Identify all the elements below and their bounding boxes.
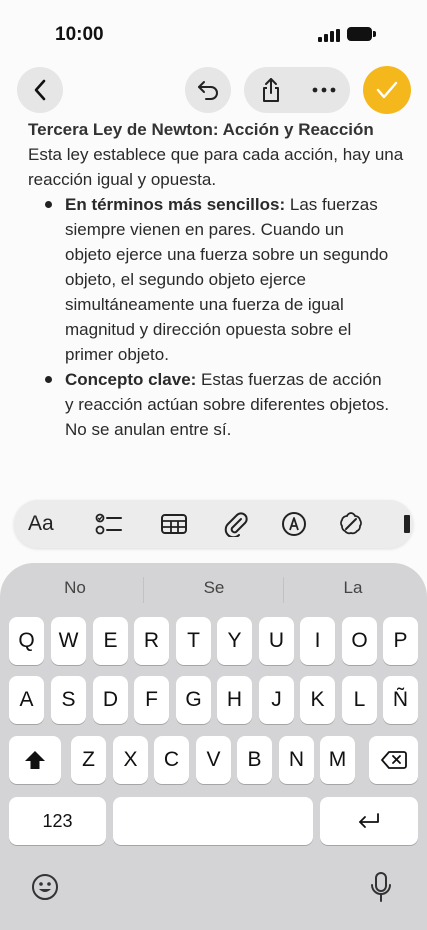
share-button[interactable] (244, 67, 297, 113)
back-button[interactable] (17, 67, 63, 113)
key-c[interactable]: C (154, 736, 189, 784)
done-button[interactable] (363, 66, 411, 114)
markup-button[interactable] (279, 500, 309, 548)
suggestion-2[interactable]: Se (144, 578, 284, 602)
key-g[interactable]: G (176, 676, 211, 724)
key-l[interactable]: L (342, 676, 377, 724)
key-y[interactable]: Y (217, 617, 252, 665)
key-p[interactable]: P (383, 617, 418, 665)
emoji-icon (32, 874, 58, 900)
status-time: 10:00 (55, 24, 104, 45)
return-icon (359, 813, 379, 828)
note-body[interactable]: Tercera Ley de Newton: Acción y Reacción… (28, 117, 408, 442)
key-enye[interactable]: Ñ (383, 676, 418, 724)
key-v[interactable]: V (196, 736, 231, 784)
key-b[interactable]: B (237, 736, 272, 784)
key-u[interactable]: U (259, 617, 294, 665)
key-o[interactable]: O (342, 617, 377, 665)
writing-tools-button[interactable] (336, 500, 366, 548)
table-icon (161, 514, 187, 534)
key-z[interactable]: Z (71, 736, 106, 784)
dictation-button[interactable] (366, 870, 396, 904)
key-e[interactable]: E (93, 617, 128, 665)
shift-key[interactable] (9, 736, 61, 784)
attachment-button[interactable] (221, 500, 251, 548)
checklist-button[interactable] (94, 500, 124, 548)
bullet-text: Las fuerzas siempre vienen en pares. Cua… (65, 195, 389, 364)
share-more-group (244, 67, 350, 113)
key-t[interactable]: T (176, 617, 211, 665)
bullet-heading: Concepto clave: (65, 370, 197, 389)
key-s[interactable]: S (51, 676, 86, 724)
format-toolbar: Aa (14, 500, 413, 548)
overflow-tool-icon (404, 515, 410, 533)
delete-icon (380, 751, 407, 769)
markup-icon (282, 512, 306, 536)
writing-tools-icon (340, 512, 362, 535)
chevron-left-icon (34, 79, 46, 101)
more-tools-button[interactable] (400, 500, 413, 548)
table-button[interactable] (159, 500, 189, 548)
keyboard: No Se La Q W E R T Y U I O P A S D F G H… (0, 563, 427, 930)
undo-icon (198, 81, 218, 100)
key-i[interactable]: I (300, 617, 335, 665)
note-title: Tercera Ley de Newton: Acción y Reacción (28, 120, 374, 139)
text-style-button[interactable]: Aa (28, 500, 54, 548)
bullet-list: En términos más sencillos: Las fuerzas s… (42, 192, 408, 442)
space-bar[interactable] (113, 797, 313, 845)
emoji-button[interactable] (30, 872, 60, 902)
key-x[interactable]: X (113, 736, 148, 784)
ellipsis-icon (312, 87, 335, 93)
more-button[interactable] (297, 67, 350, 113)
key-d[interactable]: D (93, 676, 128, 724)
numbers-key[interactable]: 123 (9, 797, 106, 845)
key-a[interactable]: A (9, 676, 44, 724)
list-item: En términos más sencillos: Las fuerzas s… (42, 192, 392, 367)
suggestion-1[interactable]: No (5, 578, 145, 602)
return-key[interactable] (320, 797, 418, 845)
microphone-icon (371, 872, 391, 902)
attachment-icon (224, 512, 248, 537)
key-n[interactable]: N (279, 736, 314, 784)
key-r[interactable]: R (134, 617, 169, 665)
undo-button[interactable] (185, 67, 231, 113)
list-item: Concepto clave: Estas fuerzas de acción … (42, 367, 392, 442)
checkmark-icon (376, 81, 398, 99)
cellular-signal-icon (318, 29, 340, 42)
key-k[interactable]: K (300, 676, 335, 724)
checklist-icon (95, 513, 122, 535)
suggestion-3[interactable]: La (283, 578, 423, 602)
key-q[interactable]: Q (9, 617, 44, 665)
key-w[interactable]: W (51, 617, 86, 665)
status-bar: 10:00 (0, 0, 427, 60)
shift-icon (25, 751, 45, 769)
note-intro: Esta ley establece que para cada acción,… (28, 145, 404, 189)
key-h[interactable]: H (217, 676, 252, 724)
delete-key[interactable] (369, 736, 418, 784)
bullet-heading: En términos más sencillos: (65, 195, 286, 214)
battery-icon (347, 27, 376, 42)
key-f[interactable]: F (134, 676, 169, 724)
share-icon (262, 78, 279, 102)
key-j[interactable]: J (259, 676, 294, 724)
key-m[interactable]: M (320, 736, 355, 784)
